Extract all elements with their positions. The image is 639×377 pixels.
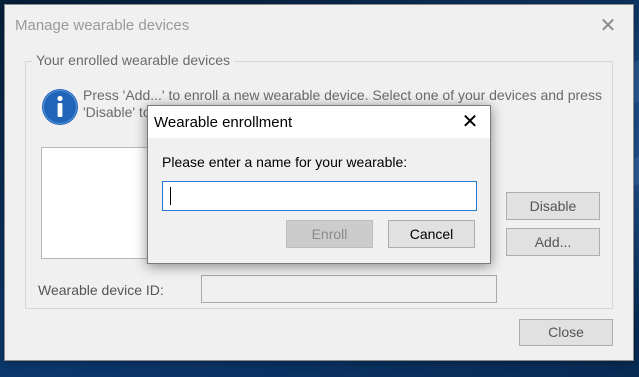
close-icon[interactable]: ✕ xyxy=(597,15,619,37)
modal-title: Wearable enrollment xyxy=(154,114,293,131)
wearable-name-input[interactable] xyxy=(162,181,477,211)
text-caret xyxy=(170,187,171,205)
name-prompt: Please enter a name for your wearable: xyxy=(162,154,408,170)
dialog-title: Manage wearable devices xyxy=(15,17,190,34)
device-id-field[interactable] xyxy=(201,275,497,303)
info-icon xyxy=(42,89,78,125)
enroll-button[interactable]: Enroll xyxy=(286,220,373,248)
close-icon[interactable]: ✕ xyxy=(457,110,483,134)
device-id-label: Wearable device ID: xyxy=(38,282,164,298)
cancel-button[interactable]: Cancel xyxy=(388,220,475,248)
add-button[interactable]: Add... xyxy=(506,228,600,256)
disable-button[interactable]: Disable xyxy=(506,192,600,220)
group-label: Your enrolled wearable devices xyxy=(32,52,235,68)
wearable-enrollment-dialog: Wearable enrollment ✕ Please enter a nam… xyxy=(147,105,491,264)
close-button[interactable]: Close xyxy=(519,319,613,346)
